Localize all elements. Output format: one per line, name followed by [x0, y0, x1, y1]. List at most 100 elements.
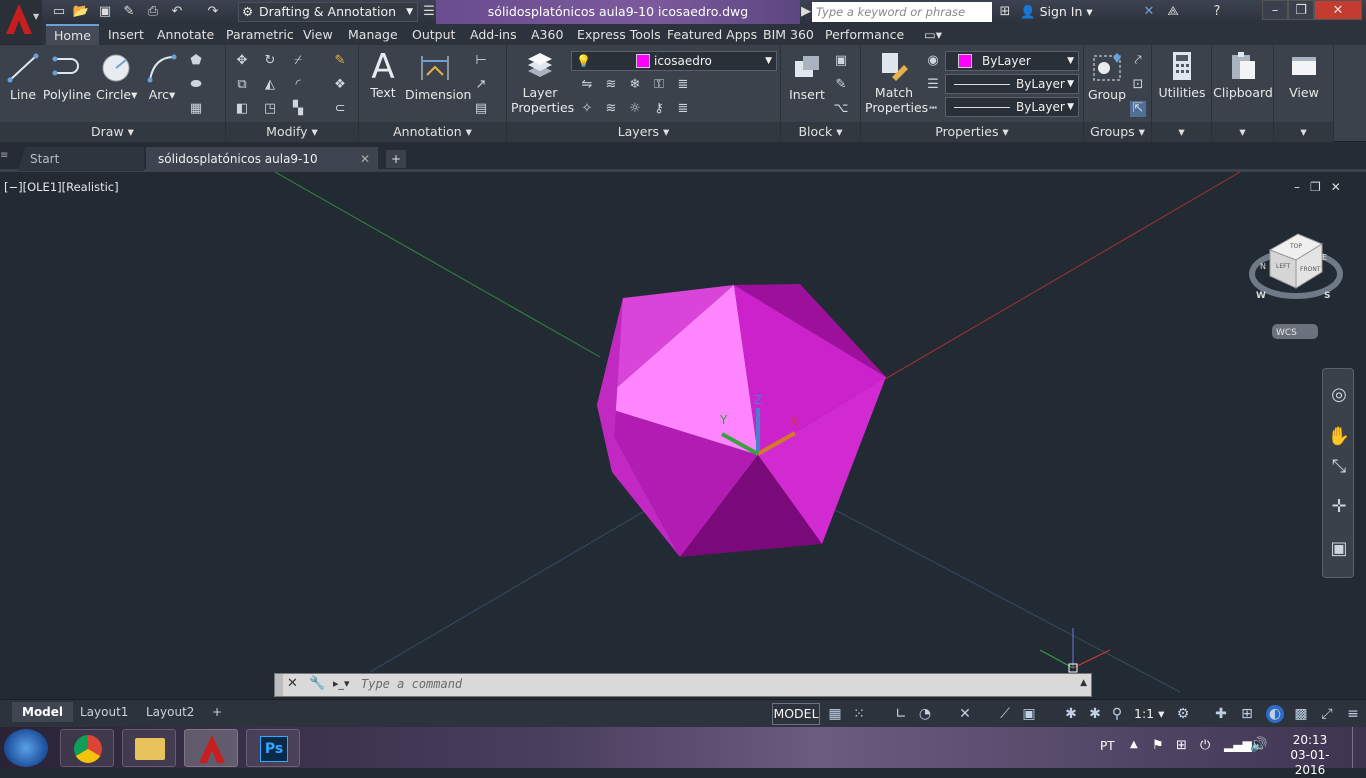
command-input[interactable]: Type a command [361, 677, 462, 691]
clean-screen-icon[interactable]: ⤢ [1318, 705, 1336, 723]
layer-lock-icon[interactable]: ⚿ [651, 77, 667, 93]
steering-wheel-icon[interactable]: ◎ [1327, 383, 1351, 407]
save-icon[interactable]: ▣ [96, 3, 114, 21]
sign-in-button[interactable]: 👤 Sign In ▾ [1020, 3, 1093, 21]
circle-button[interactable]: Circle▾ [96, 53, 137, 102]
layout-tab-model[interactable]: Model [12, 702, 74, 722]
dimension-button[interactable]: Dimension [405, 53, 471, 102]
help-icon[interactable]: ? [1208, 3, 1226, 21]
customize-wrench-icon[interactable]: 🔧 [309, 676, 325, 691]
undo-icon[interactable]: ↶ [168, 3, 186, 21]
utilities-expand[interactable]: ▾ [1152, 122, 1211, 142]
group-edit-icon[interactable]: ⊡ [1130, 77, 1146, 93]
search-input[interactable]: Type a keyword or phrase [812, 2, 992, 22]
view-panel[interactable]: View ▾ [1274, 45, 1334, 142]
language-indicator[interactable]: PT [1100, 739, 1115, 753]
units-icon[interactable]: ⊞ [1238, 705, 1256, 723]
layer-off-icon[interactable]: ⇋ [579, 77, 595, 93]
polygon-icon[interactable]: ⬟ [188, 53, 204, 69]
tab-insert[interactable]: Insert [100, 24, 152, 45]
annotation-monitor-icon[interactable]: ✚ [1212, 705, 1230, 723]
polyline-button[interactable]: Polyline [42, 53, 92, 102]
hatch-icon[interactable]: ▦ [188, 101, 204, 117]
utilities-button[interactable]: Utilities [1152, 51, 1212, 100]
copy-icon[interactable]: ⧉ [234, 77, 250, 93]
tab-performance[interactable]: Performance [817, 24, 912, 45]
layer-match-icon[interactable]: ≣ [675, 77, 691, 93]
groups-panel-title[interactable]: Groups ▾ [1084, 122, 1151, 142]
zoom-extents-icon[interactable]: ⤡ [1327, 455, 1351, 479]
customization-icon[interactable]: ≡ [1344, 705, 1362, 723]
snap-icon[interactable]: ⁙ [850, 705, 868, 723]
tab-annotate[interactable]: Annotate [149, 24, 222, 45]
clipboard-button[interactable]: Clipboard [1212, 51, 1274, 100]
save-as-icon[interactable]: ✎ [120, 3, 138, 21]
taskbar-chrome[interactable] [60, 729, 114, 767]
layer-unlock-icon[interactable]: ⚷ [651, 101, 667, 117]
wcs-menu[interactable]: WCS [1272, 324, 1318, 339]
isodraft-icon[interactable]: ⟋ [996, 705, 1014, 723]
minimize-button[interactable]: – [1262, 0, 1288, 20]
grid-icon[interactable]: ▦ [826, 705, 844, 723]
polar-icon[interactable]: ◔ [916, 705, 934, 723]
show-desktop-button[interactable] [1352, 727, 1366, 768]
close-command-line-icon[interactable]: ✕ [287, 676, 298, 691]
annotation-scale-icon[interactable]: ⚲ [1108, 705, 1126, 723]
offset-icon[interactable]: ⊂ [332, 101, 348, 117]
layout-tab-layout2[interactable]: Layout2 [136, 702, 204, 722]
modify-panel-title[interactable]: Modify ▾ [226, 122, 358, 142]
group-selection-icon[interactable]: ⇱ [1130, 101, 1146, 117]
view-expand[interactable]: ▾ [1274, 122, 1333, 142]
tab-express-tools[interactable]: Express Tools [569, 24, 669, 45]
autoscale-icon[interactable]: ✱ [1086, 705, 1104, 723]
layer-properties-button[interactable]: Layer Properties [511, 51, 574, 115]
tab-parametric[interactable]: Parametric [218, 24, 302, 45]
annotation-panel-title[interactable]: Annotation ▾ [359, 122, 506, 142]
tab-document[interactable]: sólidosplatónicos aula9-10 icosaedro ✕ [146, 147, 378, 190]
start-button[interactable] [4, 729, 48, 767]
draw-panel-title[interactable]: Draw ▾ [0, 122, 225, 142]
linear-dimension-icon[interactable]: ⊢ [473, 53, 489, 69]
workspace-dropdown[interactable]: ⚙ Drafting & Annotation ▼ [238, 2, 418, 22]
showmotion-icon[interactable]: ▣ [1327, 537, 1351, 561]
icosahedron-solid[interactable] [597, 284, 886, 557]
binoculars-icon[interactable]: ⊞ [996, 3, 1014, 21]
tab-a360[interactable]: A360 [523, 24, 571, 45]
text-button[interactable]: A Text [365, 50, 401, 100]
drawing-viewport[interactable]: [−][OLE1][Realistic] –❐✕ Z X Y TOP LEFT … [0, 172, 1366, 699]
arc-button[interactable]: Arc▾ [142, 53, 182, 102]
properties-panel-title[interactable]: Properties ▾ [861, 122, 1083, 142]
open-icon[interactable]: 📂 [72, 3, 90, 21]
file-tabs-menu-icon[interactable]: ≡ [0, 150, 14, 161]
tab-add-ins[interactable]: Add-ins [462, 24, 525, 45]
stretch-icon[interactable]: ◧ [234, 101, 250, 117]
linetype-dropdown[interactable]: ByLayer ▼ [945, 97, 1079, 117]
network-icon[interactable]: ▂▄▆ [1224, 738, 1252, 752]
redo-icon[interactable]: ↷ [204, 3, 222, 21]
workspace-gear-icon[interactable]: ⚙ [1174, 705, 1192, 723]
fillet-icon[interactable]: ◜ [290, 77, 306, 93]
orbit-icon[interactable]: ✛ [1327, 495, 1351, 519]
tab-output[interactable]: Output [404, 24, 463, 45]
scale-icon[interactable]: ◳ [262, 101, 278, 117]
flag-icon[interactable]: ⚑ [1152, 738, 1164, 753]
layer-walk-icon[interactable]: ≋ [603, 101, 619, 117]
annotation-scale-dropdown[interactable]: 1:1 ▾ [1134, 706, 1164, 721]
windows-icon[interactable]: ⊞ [1176, 738, 1187, 753]
maximize-button[interactable]: ❐ [1288, 0, 1314, 20]
edit-attributes-icon[interactable]: ⌥ [833, 101, 849, 117]
exchange-icon[interactable]: ✕ [1140, 3, 1158, 21]
match-properties-button[interactable]: Match Properties [865, 51, 928, 115]
leader-icon[interactable]: ↗ [473, 77, 489, 93]
tab-start[interactable]: Start [18, 147, 144, 171]
block-panel-title[interactable]: Block ▾ [781, 122, 860, 142]
array-icon[interactable]: ▚ [290, 101, 306, 117]
power-icon[interactable]: ⏻ [1200, 738, 1210, 753]
clipboard-panel[interactable]: Clipboard ▾ [1212, 45, 1274, 142]
edit-block-icon[interactable]: ✎ [833, 77, 849, 93]
trim-icon[interactable]: ⌿ [290, 53, 306, 69]
mirror-icon[interactable]: ◭ [262, 77, 278, 93]
isolate-objects-icon[interactable]: ◐ [1266, 705, 1284, 723]
command-history-icon[interactable]: ▲ [1080, 678, 1087, 688]
move-icon[interactable]: ✥ [234, 53, 250, 69]
